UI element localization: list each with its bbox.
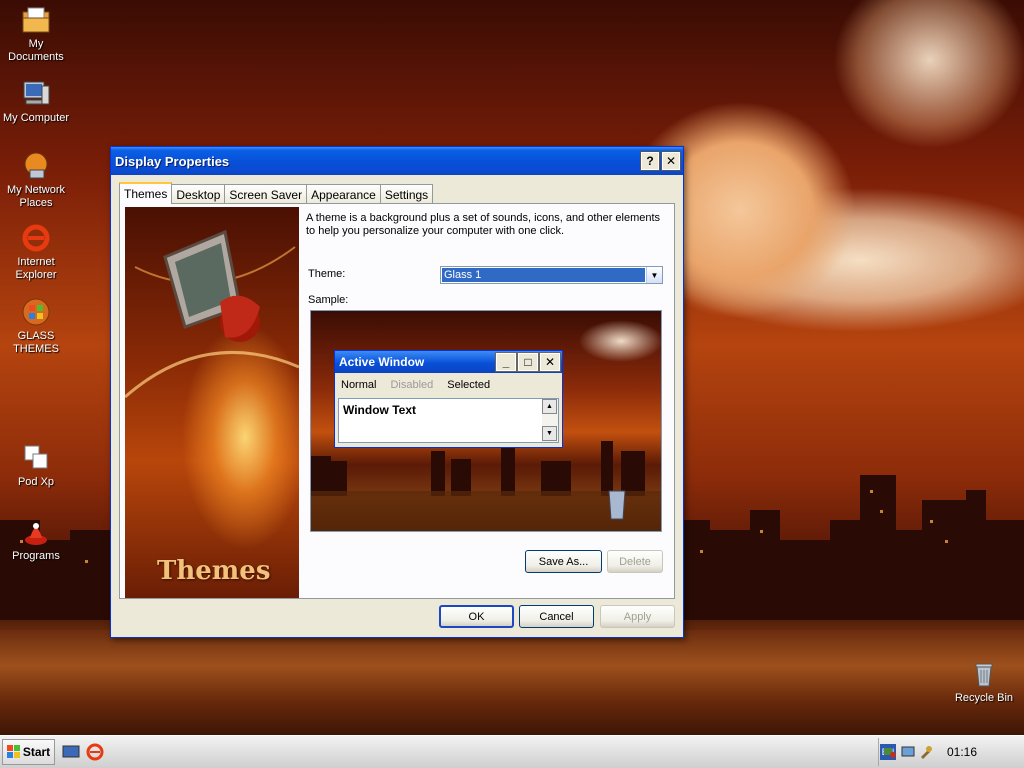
- desktop-icon-label: Programs: [12, 550, 60, 562]
- sample-label: Sample:: [308, 294, 349, 306]
- sample-window-titlebar: Active Window _ □ ✕: [335, 351, 562, 373]
- start-button[interactable]: Start: [2, 739, 55, 765]
- desktop-icon-programs[interactable]: Programs: [0, 516, 72, 563]
- desktop-icon-glass-themes[interactable]: GLASS THEMES: [0, 296, 72, 356]
- tools-tray-icon[interactable]: [919, 745, 933, 759]
- taskbar: Start EN 01:16: [0, 735, 1024, 768]
- theme-select-value: Glass 1: [442, 268, 645, 282]
- apply-button[interactable]: Apply: [600, 605, 675, 628]
- cancel-button[interactable]: Cancel: [519, 605, 594, 628]
- sample-window-text-area: Window Text ▲ ▼: [338, 398, 559, 443]
- theme-select[interactable]: Glass 1 ▼: [440, 266, 663, 284]
- theme-monitor-icon: [125, 229, 299, 399]
- desktop-icon-my-computer[interactable]: My Computer: [0, 78, 72, 125]
- desktop-icon-label: My Network Places: [6, 184, 66, 209]
- themes-description: A theme is a background plus a set of so…: [306, 212, 661, 237]
- programs-icon: [25, 523, 47, 545]
- sample-window-title: Active Window: [339, 355, 425, 369]
- desktop-icon-my-documents[interactable]: My Documents: [0, 4, 72, 64]
- network-tray-icon[interactable]: [883, 745, 897, 759]
- themes-side-artwork: Themes: [125, 207, 299, 598]
- help-button[interactable]: ?: [640, 151, 660, 171]
- desktop-icon-label: Pod Xp: [17, 476, 55, 488]
- scroll-up-icon: ▲: [542, 399, 557, 414]
- quick-launch-browser-icon[interactable]: [86, 743, 104, 761]
- tab-appearance[interactable]: Appearance: [306, 184, 381, 204]
- desktop-icon-pod-xp[interactable]: Pod Xp: [0, 442, 72, 489]
- window-titlebar[interactable]: Display Properties ? ✕: [111, 147, 683, 175]
- theme-sample-preview: Active Window _ □ ✕ Normal Disabled Sele…: [310, 310, 662, 532]
- windows-logo-icon: [6, 745, 20, 758]
- desktop-icon-recycle-bin[interactable]: Recycle Bin: [948, 658, 1020, 705]
- tab-screen-saver[interactable]: Screen Saver: [224, 184, 308, 204]
- sample-menu-selected: Selected: [447, 379, 491, 391]
- sample-scrollbar: ▲ ▼: [542, 399, 558, 442]
- start-label: Start: [22, 745, 51, 759]
- sample-menu-disabled: Disabled: [390, 379, 434, 391]
- show-desktop-icon[interactable]: [62, 744, 80, 760]
- scroll-down-icon: ▼: [542, 426, 557, 441]
- desktop-icon-label: My Documents: [8, 38, 64, 63]
- theme-label: Theme:: [308, 268, 346, 280]
- desktop-icon-label: Internet Explorer: [15, 256, 57, 281]
- themes-tab-panel: Themes A theme is a background plus a se…: [119, 203, 675, 599]
- sample-menu: Normal Disabled Selected: [335, 373, 562, 395]
- window-title: Display Properties: [115, 153, 230, 169]
- sample-active-window: Active Window _ □ ✕ Normal Disabled Sele…: [334, 350, 563, 448]
- desktop-icon-my-network-places[interactable]: My Network Places: [0, 150, 72, 210]
- tab-themes[interactable]: Themes: [119, 182, 173, 204]
- windows-orb-icon: [22, 298, 50, 326]
- close-button[interactable]: ✕: [661, 151, 681, 171]
- desktop-icon-internet-explorer[interactable]: Internet Explorer: [0, 222, 72, 282]
- delete-button[interactable]: Delete: [607, 550, 663, 573]
- save-as-button[interactable]: Save As...: [525, 550, 602, 573]
- themes-art-title: Themes: [157, 556, 271, 586]
- tab-desktop[interactable]: Desktop: [171, 184, 226, 204]
- internet-explorer-icon: [22, 224, 50, 252]
- close-icon: ✕: [539, 352, 561, 372]
- desktop-icon-label: GLASS THEMES: [13, 330, 59, 355]
- folder-documents-icon: [22, 7, 50, 33]
- recycle-bin-icon: [975, 663, 993, 687]
- shortcut-file-icon: [24, 445, 48, 469]
- monitor-tray-icon[interactable]: [901, 745, 915, 759]
- minimize-icon: _: [495, 352, 517, 372]
- maximize-icon: □: [517, 352, 539, 372]
- tab-strip: Themes Desktop Screen Saver Appearance S…: [119, 182, 434, 204]
- display-properties-window: Display Properties ? ✕ Themes Desktop Sc…: [110, 146, 684, 638]
- clock[interactable]: 01:16: [947, 745, 977, 759]
- system-tray: 01:16: [878, 738, 1024, 766]
- desktop-icon-label: My Computer: [2, 112, 70, 124]
- ok-button[interactable]: OK: [439, 605, 514, 628]
- sample-window-text: Window Text: [343, 403, 416, 417]
- tab-settings[interactable]: Settings: [379, 184, 434, 204]
- computer-icon: [23, 81, 50, 105]
- network-places-icon: [24, 152, 48, 179]
- desktop-icon-label: Recycle Bin: [954, 692, 1014, 704]
- sample-menu-normal: Normal: [341, 379, 377, 391]
- chevron-down-icon[interactable]: ▼: [646, 267, 662, 283]
